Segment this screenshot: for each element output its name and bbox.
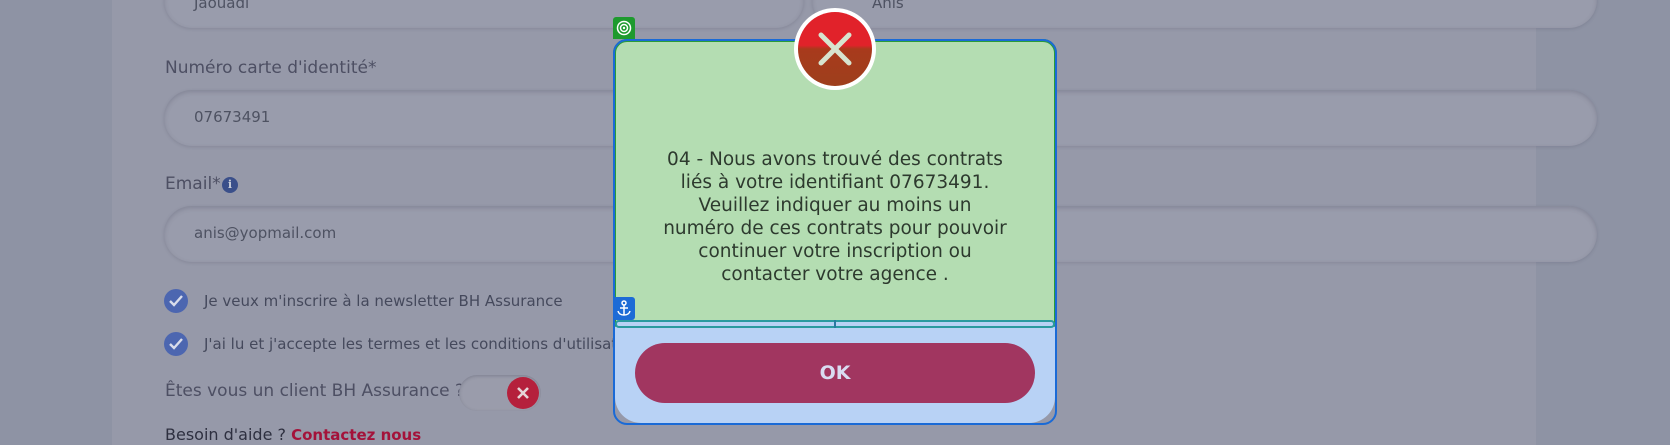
help-question: Besoin d'aide ? [165,425,286,444]
terms-label: J'ai lu et j'accepte les termes et les c… [204,335,641,353]
check-icon [169,338,183,350]
first-name-value: Anis [872,0,904,12]
terms-checkbox[interactable] [164,332,188,356]
close-button[interactable] [794,8,876,90]
id-card-label: Numéro carte d'identité* [165,58,377,78]
last-name-value: Jaouadi [194,0,250,12]
client-question-label: Êtes vous un client BH Assurance ?* [165,381,473,401]
last-name-field[interactable] [164,0,804,28]
target-icon [613,17,635,39]
ok-button[interactable]: OK [635,343,1035,403]
x-icon [517,387,529,399]
toggle-knob [507,377,539,409]
email-label: Email* [165,174,221,194]
client-toggle[interactable] [459,375,541,411]
close-icon [818,32,852,66]
first-name-field[interactable] [812,0,1597,28]
newsletter-label: Je veux m'inscrire à la newsletter BH As… [204,292,563,310]
check-icon [169,295,183,307]
anchor-icon [613,297,635,320]
modal-message: 04 - Nous avons trouvé des contrats liés… [663,149,1007,285]
info-icon[interactable]: i [222,177,238,193]
id-card-value: 07673491 [194,108,271,126]
email-value: anis@yopmail.com [194,224,337,242]
newsletter-checkbox[interactable] [164,289,188,313]
contact-link[interactable]: Contactez nous [291,426,421,444]
help-text: Besoin d'aide ? Contactez nous [165,425,421,444]
